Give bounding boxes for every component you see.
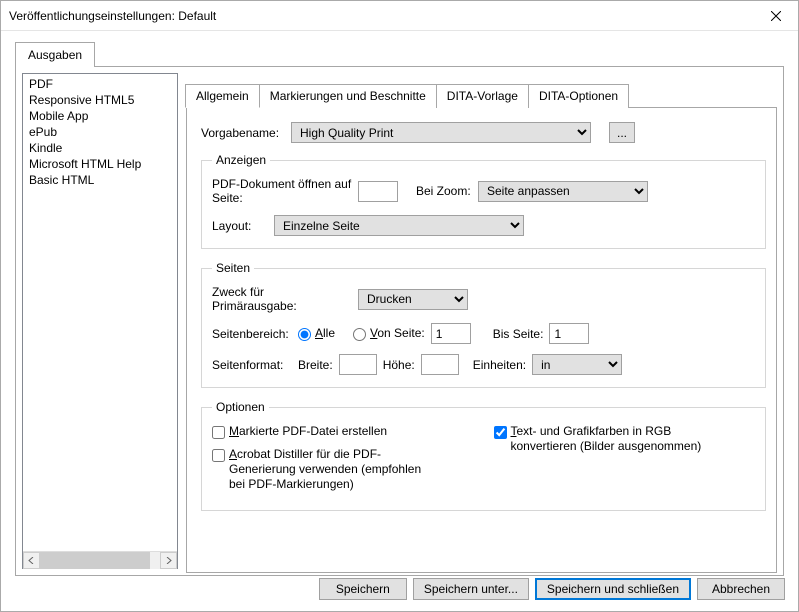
- preset-label: Vorgabename:: [201, 126, 285, 140]
- seitenformat-label: Seitenformat:: [212, 358, 292, 372]
- zoom-select[interactable]: Seite anpassen: [478, 181, 648, 202]
- zweck-select[interactable]: Drucken: [358, 289, 468, 310]
- scroll-left-icon[interactable]: [23, 552, 40, 569]
- radio-alle[interactable]: Alle: [298, 326, 335, 341]
- open-at-page-label: PDF-Dokument öffnen auf Seite:: [212, 177, 352, 205]
- output-list[interactable]: PDF Responsive HTML5 Mobile App ePub Kin…: [23, 74, 177, 551]
- checkbox-rgb-input[interactable]: [494, 426, 507, 439]
- breite-input[interactable]: [339, 354, 377, 375]
- checkbox-rgb-label: Text- und Grafikfarben in RGB konvertier…: [511, 424, 711, 454]
- radio-von-input[interactable]: [353, 328, 366, 341]
- zweck-label: Zweck für Primärausgabe:: [212, 285, 352, 313]
- tab-dita-vorlage[interactable]: DITA-Vorlage: [436, 84, 529, 108]
- hoehe-label: Höhe:: [383, 358, 415, 372]
- save-button[interactable]: Speichern: [319, 578, 407, 600]
- breite-label: Breite:: [298, 358, 333, 372]
- von-seite-input[interactable]: [431, 323, 471, 344]
- scroll-right-icon[interactable]: [160, 552, 177, 569]
- zoom-label: Bei Zoom:: [416, 184, 472, 198]
- radio-alle-label: Alle: [315, 326, 335, 340]
- checkbox-markierte-label: Markierte PDF-Datei erstellen: [229, 424, 387, 439]
- sidebar-item-mobile-app[interactable]: Mobile App: [25, 108, 175, 124]
- einheiten-label: Einheiten:: [473, 358, 526, 372]
- sidebar-item-epub[interactable]: ePub: [25, 124, 175, 140]
- seitenbereich-label: Seitenbereich:: [212, 327, 292, 341]
- preset-browse-button[interactable]: ...: [609, 122, 635, 143]
- anzeigen-legend: Anzeigen: [212, 153, 270, 167]
- radio-von-label: Von Seite:: [370, 326, 425, 340]
- layout-label: Layout:: [212, 219, 268, 233]
- tab-dita-optionen[interactable]: DITA-Optionen: [528, 84, 629, 108]
- checkbox-distiller[interactable]: Acrobat Distiller für die PDF-Generierun…: [212, 447, 474, 492]
- checkbox-distiller-label: Acrobat Distiller für die PDF-Generierun…: [229, 447, 439, 492]
- hoehe-input[interactable]: [421, 354, 459, 375]
- close-button[interactable]: [753, 1, 798, 31]
- output-sidebar: PDF Responsive HTML5 Mobile App ePub Kin…: [22, 73, 178, 569]
- cancel-button[interactable]: Abbrechen: [697, 578, 785, 600]
- radio-von[interactable]: Von Seite:: [353, 326, 425, 341]
- checkbox-markierte-input[interactable]: [212, 426, 225, 439]
- open-at-page-input[interactable]: [358, 181, 398, 202]
- tab-ausgaben[interactable]: Ausgaben: [15, 42, 95, 67]
- sidebar-item-basic-html[interactable]: Basic HTML: [25, 172, 175, 188]
- bis-seite-label: Bis Seite:: [493, 327, 544, 341]
- scroll-thumb[interactable]: [40, 552, 150, 569]
- save-and-close-button[interactable]: Speichern und schließen: [535, 578, 691, 600]
- preset-select[interactable]: High Quality Print: [291, 122, 591, 143]
- sidebar-item-pdf[interactable]: PDF: [25, 76, 175, 92]
- layout-select[interactable]: Einzelne Seite: [274, 215, 524, 236]
- save-as-button[interactable]: Speichern unter...: [413, 578, 529, 600]
- sidebar-item-responsive-html5[interactable]: Responsive HTML5: [25, 92, 175, 108]
- checkbox-markierte[interactable]: Markierte PDF-Datei erstellen: [212, 424, 474, 439]
- radio-alle-input[interactable]: [298, 328, 311, 341]
- checkbox-rgb[interactable]: Text- und Grafikfarben in RGB konvertier…: [494, 424, 756, 454]
- sidebar-hscrollbar[interactable]: [23, 551, 177, 568]
- tab-allgemein[interactable]: Allgemein: [185, 84, 260, 108]
- tab-markierungen[interactable]: Markierungen und Beschnitte: [259, 84, 437, 108]
- sidebar-item-kindle[interactable]: Kindle: [25, 140, 175, 156]
- bis-seite-input[interactable]: [549, 323, 589, 344]
- seiten-legend: Seiten: [212, 261, 254, 275]
- checkbox-distiller-input[interactable]: [212, 449, 225, 462]
- window-title: Veröffentlichungseinstellungen: Default: [9, 9, 753, 23]
- einheiten-select[interactable]: in: [532, 354, 622, 375]
- scroll-track[interactable]: [40, 552, 160, 569]
- optionen-legend: Optionen: [212, 400, 269, 414]
- sidebar-item-ms-html-help[interactable]: Microsoft HTML Help: [25, 156, 175, 172]
- close-icon: [771, 11, 781, 21]
